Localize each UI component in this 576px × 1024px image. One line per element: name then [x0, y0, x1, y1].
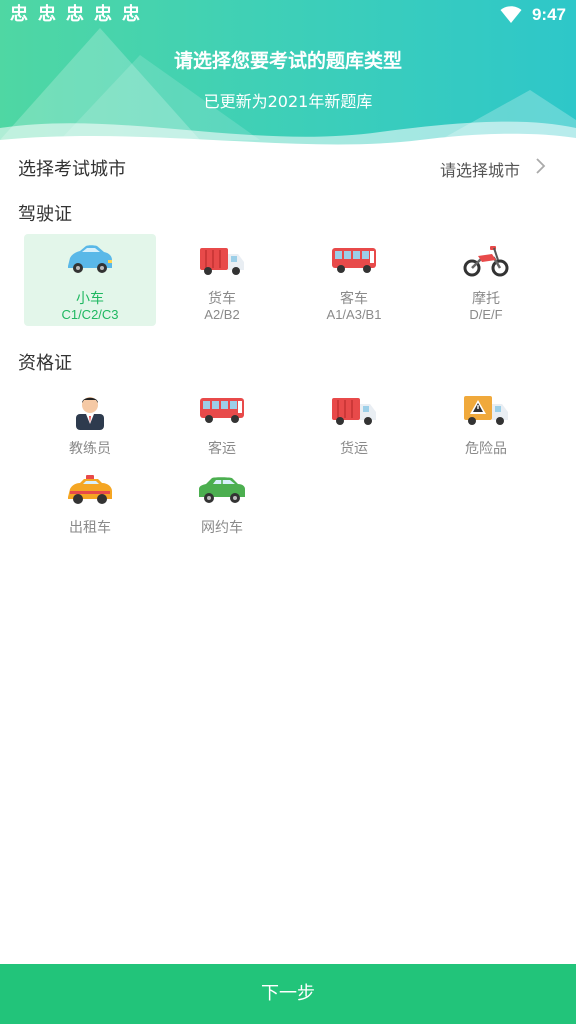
status-bar: 忠 忠 忠 忠 忠 9:47 [0, 0, 576, 32]
notify-icon: 忠 [66, 4, 84, 25]
option-sub: A1/A3/B1 [326, 307, 382, 322]
option-passenger-transport[interactable]: 客运 [156, 384, 288, 464]
motorcycle-icon [463, 246, 509, 277]
option-bus[interactable]: 客车 A1/A3/B1 [288, 234, 420, 326]
driving-section-title: 驾驶证 [18, 204, 72, 225]
truck-icon [332, 398, 376, 425]
next-step-button[interactable]: 下一步 [0, 964, 576, 1024]
wifi-icon [500, 6, 522, 23]
bus-icon [332, 248, 376, 273]
notify-icon: 忠 [38, 4, 56, 25]
header-banner: 忠 忠 忠 忠 忠 9:47 请选择您要考试的题库类型 已更新为2021年新题库 [0, 0, 576, 152]
option-sub: D/E/F [469, 307, 503, 322]
option-coach[interactable]: 教练员 [24, 384, 156, 464]
option-label: 小车 [76, 291, 104, 307]
option-small-car[interactable]: 小车 C1/C2/C3 [24, 234, 156, 326]
option-label: 教练员 [69, 441, 111, 457]
exam-type-page: 忠 忠 忠 忠 忠 9:47 请选择您要考试的题库类型 已更新为2021年新题库… [0, 0, 576, 1024]
option-label: 客车 [340, 291, 368, 307]
notification-icons: 忠 忠 忠 忠 忠 [10, 5, 144, 25]
option-ride-hailing[interactable]: 网约车 [156, 463, 288, 543]
page-subtitle: 已更新为2021年新题库 [203, 92, 373, 111]
bus-icon [200, 398, 244, 423]
coach-icon [76, 397, 104, 430]
truck-icon [200, 248, 244, 275]
city-selector[interactable]: 选择考试城市 请选择城市 [0, 148, 576, 188]
option-label: 货车 [208, 291, 236, 307]
option-hazardous-goods[interactable]: 危险品 [420, 384, 552, 464]
option-truck[interactable]: 货车 A2/B2 [156, 234, 288, 326]
option-sub: A2/B2 [204, 307, 240, 322]
status-time: 9:47 [531, 5, 566, 24]
option-taxi[interactable]: 出租车 [24, 463, 156, 543]
chevron-right-icon [536, 158, 546, 174]
option-label: 货运 [340, 441, 368, 457]
option-freight-transport[interactable]: 货运 [288, 384, 420, 464]
notify-icon: 忠 [94, 4, 112, 25]
taxi-icon [68, 475, 112, 504]
status-right: 9:47 [500, 5, 566, 25]
option-label: 出租车 [69, 520, 111, 536]
hazard-truck-icon [464, 396, 508, 425]
page-title: 请选择您要考试的题库类型 [173, 50, 402, 72]
option-motorcycle[interactable]: 摩托 D/E/F [420, 234, 552, 326]
option-label: 摩托 [472, 291, 500, 307]
option-label: 客运 [208, 441, 236, 457]
notify-icon: 忠 [122, 4, 140, 25]
car-icon [68, 245, 112, 273]
option-sub: C1/C2/C3 [61, 307, 119, 322]
notify-icon: 忠 [10, 4, 28, 25]
car-icon [199, 477, 245, 503]
city-selector-label: 选择考试城市 [18, 159, 126, 180]
city-selector-value: 请选择城市 [439, 161, 520, 180]
option-label: 危险品 [465, 441, 507, 457]
option-label: 网约车 [201, 520, 243, 536]
qualification-section-title: 资格证 [18, 353, 72, 374]
